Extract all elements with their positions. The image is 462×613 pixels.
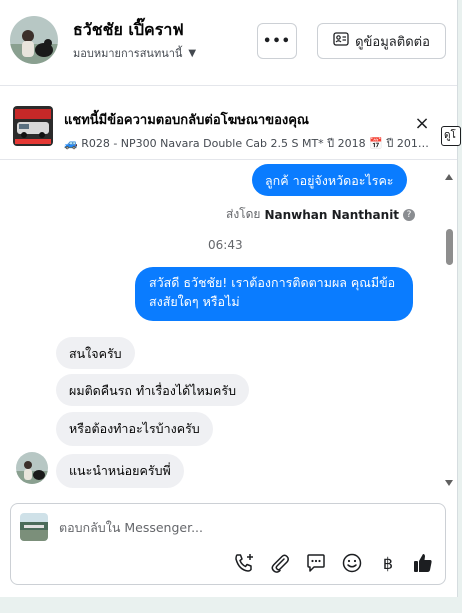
contact-avatar-small[interactable] [16,452,48,484]
scrollbar-thumb[interactable] [446,229,453,265]
emoji-icon[interactable] [340,551,364,575]
incoming-message[interactable]: สนใจครับ [56,337,135,369]
ad-banner-title: แชทนี้มีข้อความตอบกลับต่อโฆษณาของคุณ [64,113,309,128]
more-options-button[interactable]: ••• [257,23,297,59]
scroll-up-arrow-icon[interactable] [445,174,453,180]
ad-reply-banner: แชทนี้มีข้อความตอบกลับต่อโฆษณาของคุณ 🚙 R… [0,96,457,160]
outgoing-message[interactable]: ลูกค้ าอยู่จังหวัดอะไรคะ [252,164,407,196]
assign-label: มอบหมายการสนทนานี้ [73,47,183,60]
contact-info-label: ดูข้อมูลติดต่อ [355,34,430,50]
saved-reply-icon[interactable] [304,551,328,575]
info-icon[interactable]: ? [403,208,416,221]
scroll-down-arrow-icon[interactable] [445,480,453,486]
conversation-header: ธวัชชัย เปิ๊คราฟ มอบหมายการสนทนานี้ ▼ ••… [0,0,457,86]
contact-avatar[interactable] [10,16,58,64]
call-add-icon[interactable] [232,551,256,575]
baht-icon[interactable]: ฿ [376,551,400,575]
message-composer: ฿ [10,503,446,585]
incoming-message[interactable]: หรือต้องทำอะไรบ้างครับ [56,412,213,446]
message-scrollbar[interactable] [443,160,455,490]
view-contact-info-button[interactable]: ดูข้อมูลติดต่อ [317,23,446,59]
sent-by-prefix: ส่งโดย [226,207,261,221]
ad-banner-subtitle[interactable]: 🚙 R028 - NP300 Navara Double Cab 2.5 S M… [64,134,436,152]
incoming-message[interactable]: แนะนำหน่อยครับพี่ [56,454,184,488]
outgoing-message[interactable]: สวัสดี ธวัชชัย! เราต้องการติดตามผล คุณมี… [135,267,413,321]
incoming-message[interactable]: ผมติดคืนรถ ทำเรื่องได้ไหมครับ [56,374,249,406]
paperclip-icon[interactable] [268,551,292,575]
message-timestamp: 06:43 [208,238,243,252]
close-icon[interactable]: × [412,114,432,134]
ad-thumbnail[interactable] [13,106,53,146]
reply-input[interactable] [59,516,429,538]
sender-name: Nanwhan Nanthanit [264,207,400,222]
sent-by-label: ส่งโดย Nanwhan Nanthanit ? [226,205,416,224]
caret-down-icon: ▼ [188,47,197,59]
conversation-panel: ธวัชชัย เปิ๊คราฟ มอบหมายการสนทนานี้ ▼ ••… [0,0,458,597]
ad-link-tab[interactable]: ดูโ [441,126,461,146]
like-icon[interactable] [411,551,435,575]
page-avatar [20,513,48,541]
assign-conversation-dropdown[interactable]: มอบหมายการสนทนานี้ ▼ [73,44,196,62]
contact-name[interactable]: ธวัชชัย เปิ๊คราฟ [73,18,184,43]
contact-card-icon [333,32,349,50]
